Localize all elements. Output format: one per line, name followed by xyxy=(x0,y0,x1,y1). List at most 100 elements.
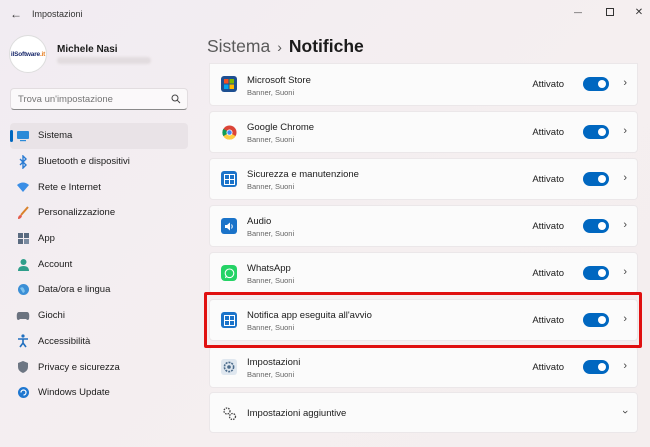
sidebar-item-label: Data/ora e lingua xyxy=(38,284,111,296)
security-maintenance-icon xyxy=(221,171,237,187)
sidebar-item-label: Giochi xyxy=(38,310,65,322)
notification-subtitle: Banner, Suoni xyxy=(247,182,295,191)
maximize-button[interactable] xyxy=(595,3,625,21)
notification-title: WhatsApp xyxy=(247,263,291,274)
notification-title: Google Chrome xyxy=(247,122,315,133)
whatsapp-icon xyxy=(221,265,237,281)
chevron-right-icon[interactable]: › xyxy=(623,172,627,184)
sidebar-item-giochi[interactable]: Giochi xyxy=(10,303,188,329)
chevron-right-icon[interactable]: › xyxy=(623,125,627,137)
title-bar: ← Impostazioni — ✕ xyxy=(0,0,650,28)
notification-subtitle: Banner, Suoni xyxy=(247,229,295,238)
back-button[interactable]: ← xyxy=(8,6,24,22)
sidebar-item-account[interactable]: Account xyxy=(10,251,188,277)
notification-toggle[interactable] xyxy=(583,125,609,139)
notification-title: Impostazioni xyxy=(247,357,301,368)
notification-toggle[interactable] xyxy=(583,219,609,233)
sidebar-item-data-ora[interactable]: Data/ora e lingua xyxy=(10,277,188,303)
breadcrumb-separator: › xyxy=(277,38,282,55)
close-button[interactable]: ✕ xyxy=(624,3,650,21)
chevron-right-icon[interactable]: › xyxy=(623,313,627,325)
settings-app-icon xyxy=(221,359,237,375)
toggle-state-label: Attivato xyxy=(532,362,564,373)
sidebar-nav: Sistema Bluetooth e dispositivi Rete e I… xyxy=(10,123,188,406)
notification-title: Microsoft Store xyxy=(247,75,311,86)
sidebar-item-windows-update[interactable]: Windows Update xyxy=(10,380,188,406)
back-arrow-icon: ← xyxy=(10,7,22,21)
person-icon xyxy=(16,257,30,271)
shield-icon xyxy=(16,360,30,374)
avatar-logo: ilSoftware.it xyxy=(10,50,46,58)
notification-toggle[interactable] xyxy=(583,77,609,91)
notification-subtitle: Banner, Suoni xyxy=(247,323,295,332)
settings-window: ← Impostazioni — ✕ ilSoftware.it Michele… xyxy=(0,0,650,447)
chevron-right-icon[interactable]: › xyxy=(623,360,627,372)
notification-toggle[interactable] xyxy=(583,313,609,327)
notification-title: Sicurezza e manutenzione xyxy=(247,169,359,180)
sidebar-item-sistema[interactable]: Sistema xyxy=(10,123,188,149)
search-box[interactable] xyxy=(10,88,188,110)
monitor-icon xyxy=(16,129,30,143)
sidebar-item-label: Accessibilità xyxy=(38,335,91,347)
sidebar-item-accessibilita[interactable]: Accessibilità xyxy=(10,329,188,355)
notification-toggle[interactable] xyxy=(583,266,609,280)
toggle-state-label: Attivato xyxy=(532,221,564,232)
sidebar-item-label: App xyxy=(38,233,55,245)
additional-settings-label: Impostazioni aggiuntive xyxy=(247,408,347,419)
avatar[interactable]: ilSoftware.it xyxy=(9,35,47,73)
maximize-icon xyxy=(606,8,614,16)
chevron-right-icon[interactable]: › xyxy=(623,219,627,231)
store-icon xyxy=(221,76,237,92)
sidebar-item-label: Account xyxy=(38,258,73,270)
brush-icon xyxy=(16,206,30,220)
sidebar-item-label: Bluetooth e dispositivi xyxy=(38,156,130,168)
notification-subtitle: Banner, Suoni xyxy=(247,370,295,379)
notification-row-impostazioni[interactable]: Impostazioni Banner, Suoni Attivato › xyxy=(209,346,638,388)
notification-title: Audio xyxy=(247,216,272,227)
user-name: Michele Nasi xyxy=(57,44,118,55)
notification-title: Notifica app eseguita all'avvio xyxy=(247,310,372,321)
accessibility-icon xyxy=(16,334,30,348)
notification-row-startup-app[interactable]: Notifica app eseguita all'avvio Banner, … xyxy=(209,299,638,341)
toggle-state-label: Attivato xyxy=(532,174,564,185)
notification-toggle[interactable] xyxy=(583,172,609,186)
sidebar-item-rete[interactable]: Rete e Internet xyxy=(10,174,188,200)
toggle-state-label: Attivato xyxy=(532,315,564,326)
sidebar-item-label: Privacy e sicurezza xyxy=(38,361,120,373)
sidebar-item-label: Sistema xyxy=(38,130,73,142)
minimize-icon: — xyxy=(574,7,582,17)
additional-settings-row[interactable]: Impostazioni aggiuntive › xyxy=(209,392,638,433)
page-title: Notifiche xyxy=(288,36,364,56)
breadcrumb-parent[interactable]: Sistema xyxy=(207,36,270,57)
close-icon: ✕ xyxy=(634,6,644,18)
minimize-button[interactable]: — xyxy=(563,3,593,21)
chrome-icon xyxy=(221,124,237,140)
notification-subtitle: Banner, Suoni xyxy=(247,135,295,144)
user-email-blurred xyxy=(57,57,151,64)
notification-row-google-chrome[interactable]: Google Chrome Banner, Suoni Attivato › xyxy=(209,111,638,153)
search-icon xyxy=(171,94,181,104)
notification-toggle[interactable] xyxy=(583,360,609,374)
notification-row-sicurezza[interactable]: Sicurezza e manutenzione Banner, Suoni A… xyxy=(209,158,638,200)
wifi-icon xyxy=(16,180,30,194)
chevron-down-icon[interactable]: › xyxy=(619,410,631,414)
chevron-right-icon[interactable]: › xyxy=(623,266,627,278)
globe-clock-icon xyxy=(16,283,30,297)
notification-subtitle: Banner, Suoni xyxy=(247,276,295,285)
update-icon xyxy=(16,386,30,400)
gears-icon xyxy=(221,405,237,421)
notification-row-audio[interactable]: Audio Banner, Suoni Attivato › xyxy=(209,205,638,247)
sidebar-item-app[interactable]: App xyxy=(10,226,188,252)
gamepad-icon xyxy=(16,309,30,323)
sidebar-item-bluetooth[interactable]: Bluetooth e dispositivi xyxy=(10,149,188,175)
bluetooth-icon xyxy=(16,154,30,169)
search-input[interactable] xyxy=(18,94,168,105)
sidebar-item-privacy[interactable]: Privacy e sicurezza xyxy=(10,354,188,380)
breadcrumb: Sistema › Notifiche xyxy=(207,36,364,57)
audio-icon xyxy=(221,218,237,234)
notification-row-whatsapp[interactable]: WhatsApp Banner, Suoni Attivato › xyxy=(209,252,638,294)
sidebar-item-personalizzazione[interactable]: Personalizzazione xyxy=(10,200,188,226)
chevron-right-icon[interactable]: › xyxy=(623,77,627,89)
notification-row-microsoft-store[interactable]: Microsoft Store Banner, Suoni Attivato › xyxy=(209,63,638,106)
notification-subtitle: Banner, Suoni xyxy=(247,88,295,97)
